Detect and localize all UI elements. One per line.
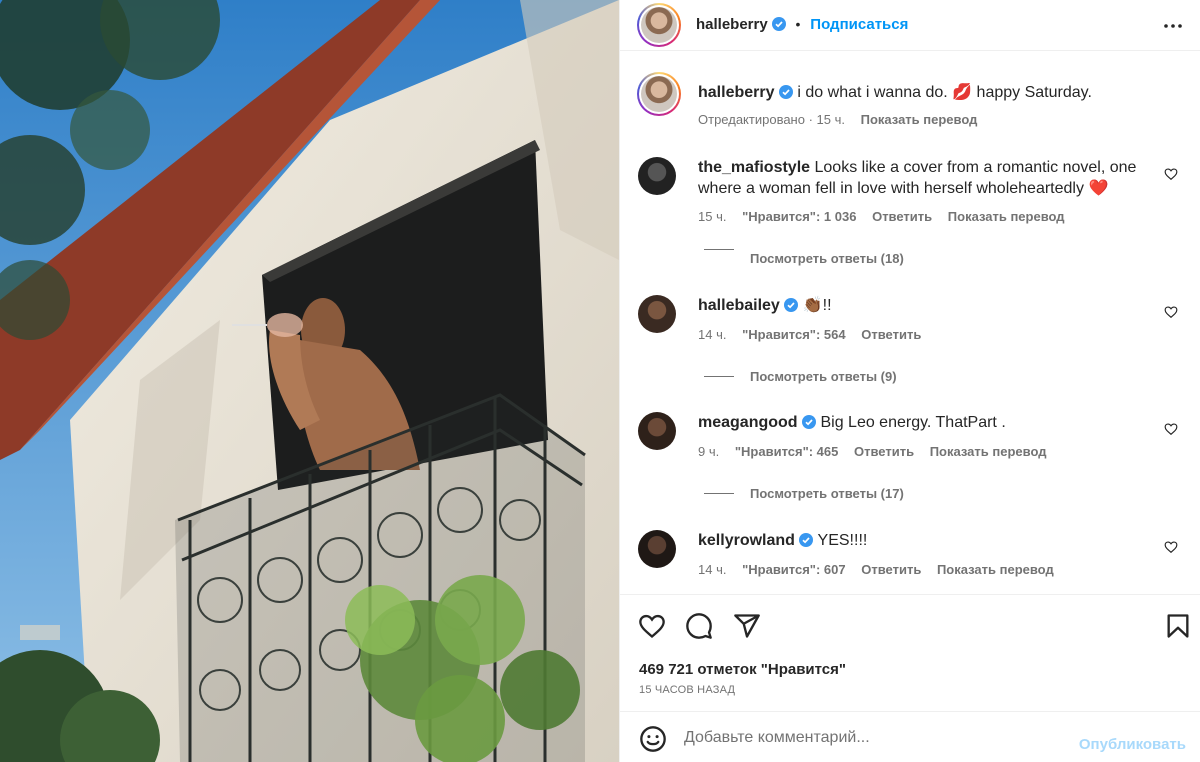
replies-line bbox=[704, 493, 734, 494]
comment-item: hallebailey 👏🏾!! 14 ч. "Нравится": 564 О… bbox=[638, 295, 1178, 355]
caption: halleberry i do what i wanna do. 💋 happy… bbox=[637, 72, 1178, 132]
post-header: halleberry • Подписаться bbox=[620, 0, 1200, 51]
comment-time: 9 ч. bbox=[698, 444, 720, 459]
caption-text-part2: happy Saturday. bbox=[976, 84, 1092, 101]
post-side-panel: halleberry • Подписаться halleberry i do… bbox=[619, 0, 1200, 762]
translate-link[interactable]: Показать перевод bbox=[948, 209, 1065, 224]
commenter-avatar[interactable] bbox=[638, 295, 676, 333]
commenter-username[interactable]: meagangood bbox=[698, 414, 798, 431]
comment-text: 👏🏾!! bbox=[802, 297, 832, 314]
replies-line bbox=[704, 249, 734, 250]
caption-text-part1: i do what i wanna do. bbox=[797, 84, 948, 101]
post-actions: 469 721 отметок "Нравится" 15 ЧАСОВ НАЗА… bbox=[620, 594, 1200, 711]
comment-like-heart-icon[interactable] bbox=[1164, 305, 1178, 319]
translate-link[interactable]: Показать перевод bbox=[937, 562, 1054, 577]
caption-avatar[interactable] bbox=[637, 72, 681, 116]
comment-input[interactable] bbox=[684, 726, 1064, 750]
comment-item: kellyrowland YES!!!! 14 ч. "Нравится": 6… bbox=[638, 530, 1178, 590]
caption-translate-link[interactable]: Показать перевод bbox=[861, 112, 978, 127]
send-icon[interactable] bbox=[733, 612, 761, 640]
caption-username[interactable]: halleberry bbox=[698, 84, 774, 101]
comment-text: Big Leo energy. ThatPart . bbox=[820, 414, 1006, 431]
comment-meta: 9 ч. "Нравится": 465 Ответить Показать п… bbox=[698, 444, 1058, 459]
kiss-emoji: 💋 bbox=[952, 84, 973, 101]
view-replies-button[interactable]: Посмотреть ответы (9) bbox=[750, 369, 897, 384]
commenter-avatar[interactable] bbox=[638, 412, 676, 450]
comment-text: YES!!!! bbox=[817, 532, 868, 549]
commenter-username[interactable]: hallebailey bbox=[698, 297, 780, 314]
follow-button[interactable]: Подписаться bbox=[810, 16, 908, 33]
post-photo[interactable] bbox=[0, 0, 619, 762]
likes-count[interactable]: 469 721 отметок "Нравится" bbox=[639, 661, 846, 678]
post-timestamp[interactable]: 15 ЧАСОВ НАЗАД bbox=[639, 684, 735, 696]
more-horizontal-icon[interactable] bbox=[1161, 14, 1185, 38]
reply-button[interactable]: Ответить bbox=[861, 327, 921, 342]
post-image bbox=[0, 0, 619, 762]
comment-likes[interactable]: "Нравится": 1 036 bbox=[742, 209, 856, 224]
reply-button[interactable]: Ответить bbox=[872, 209, 932, 224]
comment-meta: 14 ч. "Нравится": 564 Ответить bbox=[698, 327, 933, 342]
comment-meta: 14 ч. "Нравится": 607 Ответить Показать … bbox=[698, 562, 1066, 577]
verified-icon bbox=[778, 85, 793, 99]
caption-meta: Отредактировано · 15 ч. Показать перевод bbox=[698, 112, 989, 127]
comment-likes[interactable]: "Нравится": 465 bbox=[735, 444, 839, 459]
comment-icon[interactable] bbox=[685, 612, 713, 640]
comment-like-heart-icon[interactable] bbox=[1164, 422, 1178, 436]
comments-list[interactable]: halleberry i do what i wanna do. 💋 happy… bbox=[620, 52, 1200, 594]
commenter-avatar[interactable] bbox=[638, 530, 676, 568]
heart-icon[interactable] bbox=[638, 612, 666, 640]
verified-icon bbox=[802, 415, 817, 429]
comment-time: 14 ч. bbox=[698, 562, 727, 577]
translate-link[interactable]: Показать перевод bbox=[930, 444, 1047, 459]
add-comment-bar: Опубликовать bbox=[620, 711, 1200, 762]
comment-likes[interactable]: "Нравится": 564 bbox=[742, 327, 846, 342]
emoji-smile-icon[interactable] bbox=[639, 725, 667, 753]
dot-separator: • bbox=[795, 16, 801, 32]
comment-meta: 15 ч. "Нравится": 1 036 Ответить Показат… bbox=[698, 209, 1077, 224]
reply-button[interactable]: Ответить bbox=[861, 562, 921, 577]
comment-time: 15 ч. bbox=[698, 209, 727, 224]
post-comment-button[interactable]: Опубликовать bbox=[1079, 736, 1186, 753]
verified-icon bbox=[799, 533, 814, 547]
view-replies-button[interactable]: Посмотреть ответы (17) bbox=[750, 486, 904, 501]
view-replies-button[interactable]: Посмотреть ответы (18) bbox=[750, 251, 904, 266]
verified-icon bbox=[784, 298, 799, 312]
author-avatar[interactable] bbox=[637, 3, 681, 47]
comment-like-heart-icon[interactable] bbox=[1164, 167, 1178, 181]
caption-edited: Отредактировано · 15 ч. bbox=[698, 112, 845, 127]
comment-item: meagangood Big Leo energy. ThatPart . 9 … bbox=[638, 412, 1178, 472]
commenter-username[interactable]: the_mafiostyle bbox=[698, 159, 810, 176]
bookmark-icon[interactable] bbox=[1164, 612, 1192, 640]
replies-line bbox=[704, 376, 734, 377]
commenter-avatar[interactable] bbox=[638, 157, 676, 195]
header-title: halleberry • Подписаться bbox=[696, 16, 908, 33]
comment-like-heart-icon[interactable] bbox=[1164, 540, 1178, 554]
comment-likes[interactable]: "Нравится": 607 bbox=[742, 562, 846, 577]
commenter-username[interactable]: kellyrowland bbox=[698, 532, 795, 549]
comment-item: the_mafiostyle Looks like a cover from a… bbox=[638, 157, 1178, 237]
verified-icon bbox=[771, 17, 786, 31]
author-username[interactable]: halleberry bbox=[696, 16, 768, 33]
reply-button[interactable]: Ответить bbox=[854, 444, 914, 459]
comment-time: 14 ч. bbox=[698, 327, 727, 342]
red-heart-emoji: ❤️ bbox=[1088, 180, 1109, 197]
